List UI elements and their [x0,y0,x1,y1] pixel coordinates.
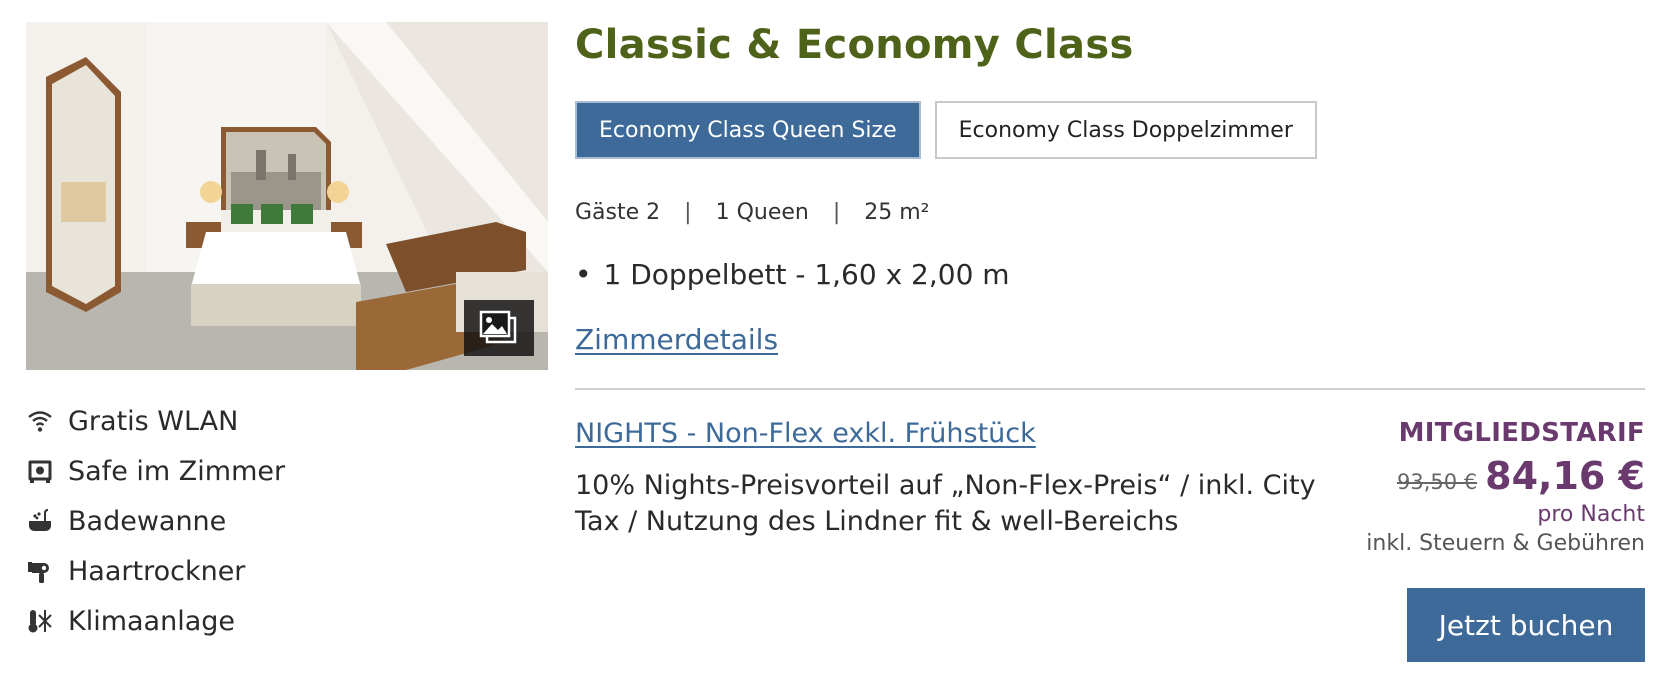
amenity-label: Haartrockner [68,555,246,587]
room-photo[interactable] [26,22,548,370]
amenity-item: Haartrockner [26,546,526,596]
room-title: Classic & Economy Class [575,22,1134,68]
wifi-icon [26,407,54,435]
spec-separator: | [684,200,692,225]
guests-count: Gäste 2 [575,200,661,225]
bed-dimensions: 1 Doppelbett - 1,60 x 2,00 m [603,258,1010,291]
gallery-icon [479,310,519,346]
room-type-tabs: Economy Class Queen Size Economy Class D… [575,101,1331,159]
amenity-label: Safe im Zimmer [68,455,286,487]
room-features: • 1 Doppelbett - 1,60 x 2,00 m [575,258,1010,291]
amenity-label: Klimaanlage [68,605,236,637]
per-night-label: pro Nacht [1537,502,1645,527]
bathtub-icon [26,507,54,535]
bed-type: 1 Queen [715,200,809,225]
current-price: 84,16 € [1485,454,1645,498]
gallery-button[interactable] [464,300,534,356]
room-details-link[interactable]: Zimmerdetails [575,323,778,356]
amenity-item: Klimaanlage [26,596,526,646]
amenities-list: Gratis WLAN Safe im Zimmer Badewanne Haa… [26,396,526,646]
old-price: 93,50 € [1396,470,1478,494]
bullet-dot: • [575,258,592,291]
amenity-item: Badewanne [26,496,526,546]
rate-description: 10% Nights-Preisvorteil auf „Non-Flex-Pr… [575,470,1316,537]
safe-icon [26,457,54,485]
member-rate-label: MITGLIEDSTARIF [1398,418,1645,448]
hairdryer-icon [26,557,54,585]
tab-economy-doppelzimmer[interactable]: Economy Class Doppelzimmer [934,101,1317,159]
rate-name-link[interactable]: NIGHTS - Non-Flex exkl. Frühstück [575,418,1036,449]
amenity-label: Badewanne [68,505,227,537]
book-now-button[interactable]: Jetzt buchen [1407,588,1645,662]
amenity-item: Gratis WLAN [26,396,526,446]
amenity-label: Gratis WLAN [68,405,239,437]
room-size: 25 m² [864,200,930,225]
spec-separator: | [832,200,841,225]
divider [575,388,1645,390]
tab-economy-queen[interactable]: Economy Class Queen Size [575,101,921,159]
amenity-item: Safe im Zimmer [26,446,526,496]
price-row: 93,50 € 84,16 € [1366,454,1645,498]
air-conditioning-icon [26,607,54,635]
price-block: MITGLIEDSTARIF 93,50 € 84,16 € pro Nacht… [1366,418,1645,556]
tax-note: inkl. Steuern & Gebühren [1366,531,1645,556]
room-specs: Gäste 2 | 1 Queen | 25 m² [575,200,930,225]
